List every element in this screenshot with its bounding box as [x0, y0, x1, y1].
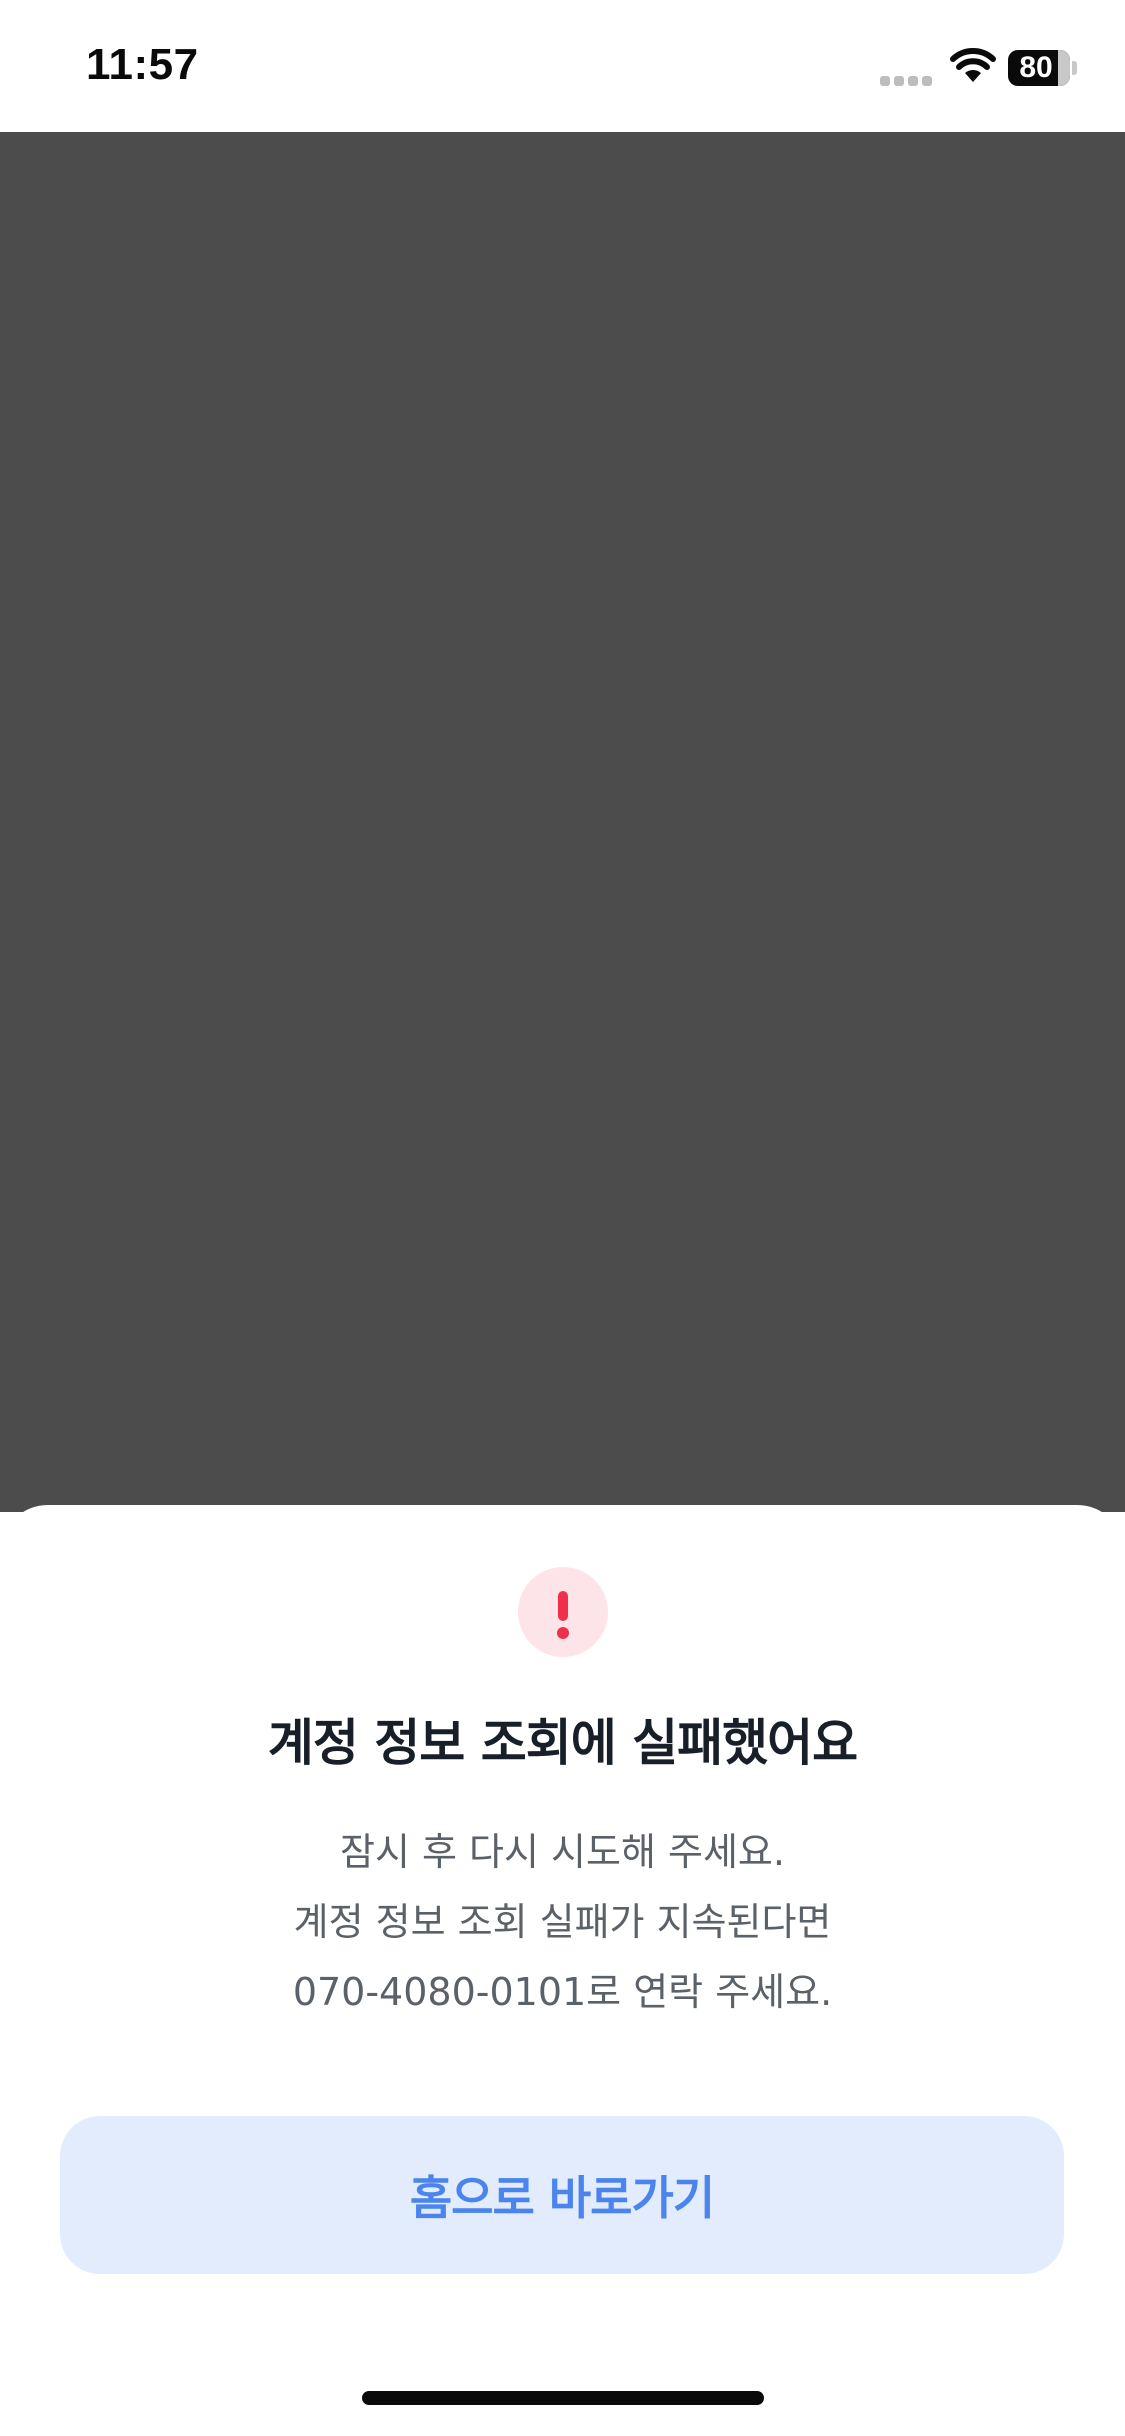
- dialog-message: 잠시 후 다시 시도해 주세요. 계정 정보 조회 실패가 지속된다면 070-…: [0, 1817, 1125, 2027]
- go-home-button[interactable]: 홈으로 바로가기: [60, 2116, 1064, 2274]
- status-bar: 11:57 80: [0, 0, 1125, 132]
- message-line: 070-4080-0101로 연락 주세요.: [292, 1970, 833, 2014]
- battery-icon: 80: [1008, 50, 1078, 86]
- battery-level: 80: [1019, 51, 1053, 84]
- dimmed-overlay[interactable]: [0, 132, 1125, 1512]
- wifi-icon: [950, 48, 996, 82]
- message-line: 계정 정보 조회 실패가 지속된다면: [293, 1900, 832, 1944]
- cellular-signal-icon: [880, 74, 932, 86]
- exclamation-icon: [518, 1567, 608, 1657]
- message-line: 잠시 후 다시 시도해 주세요.: [340, 1830, 785, 1874]
- home-indicator[interactable]: [362, 2391, 764, 2405]
- status-time: 11:57: [86, 40, 199, 89]
- dialog-title: 계정 정보 조회에 실패했어요: [267, 1714, 858, 1772]
- error-bottom-sheet: 계정 정보 조회에 실패했어요 잠시 후 다시 시도해 주세요. 계정 정보 조…: [0, 1505, 1125, 2436]
